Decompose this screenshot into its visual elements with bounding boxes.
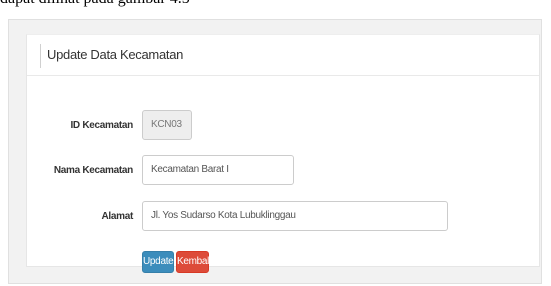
update-button[interactable]: Update: [142, 251, 174, 273]
nama-kecamatan-label: Nama Kecamatan: [53, 165, 133, 176]
id-kecamatan-label: ID Kecamatan: [70, 120, 133, 131]
id-kecamatan-field: KCN03: [142, 110, 192, 140]
page-title: Update Data Kecamatan: [47, 47, 184, 62]
form-box: Update Data Kecamatan ID Kecamatan KCN03…: [26, 34, 540, 273]
content-wrapper: Update Data Kecamatan ID Kecamatan KCN03…: [8, 19, 542, 284]
kembali-button[interactable]: Kembali: [176, 251, 211, 273]
box-header: Update Data Kecamatan: [27, 35, 539, 76]
alamat-label: Alamat: [101, 211, 133, 222]
nama-kecamatan-input[interactable]: Kecamatan Barat I: [142, 155, 294, 185]
document-caption-text: dapat dilihat pada gambar 4.5: [0, 0, 190, 8]
header-divider: [40, 44, 41, 68]
alamat-input[interactable]: Jl. Yos Sudarso Kota Lubuklinggau: [142, 201, 448, 231]
